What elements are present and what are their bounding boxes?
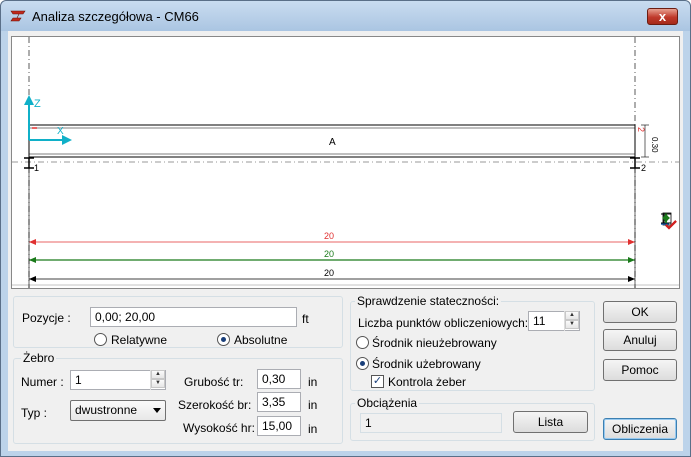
rib-thickness-unit: in — [308, 375, 318, 389]
close-button[interactable]: x — [647, 8, 678, 25]
stiffened-web-label[interactable]: Środnik użebrowany — [372, 357, 481, 371]
depth-dimension-label: 0.30 — [650, 137, 659, 153]
app-beam-icon — [10, 10, 26, 22]
relative-radio-label[interactable]: Relatywne — [111, 333, 167, 347]
rib-number-label: Numer : — [21, 375, 64, 389]
rib-group-label: Żebro — [21, 351, 57, 365]
loads-group-label: Obciążenia — [355, 396, 420, 410]
calc-points-spinner[interactable]: ▲ ▼ — [564, 311, 579, 331]
spin-down-icon[interactable]: ▼ — [565, 320, 579, 329]
node-right-top-label: 2 — [636, 127, 646, 132]
window-title: Analiza szczegółowa - CM66 — [32, 9, 199, 24]
positions-label: Pozycje : — [22, 311, 71, 325]
rib-height-label: Wysokość hr: — [183, 421, 255, 435]
dialog-window: Analiza szczegółowa - CM66 x Z X A 1 2 2… — [0, 0, 691, 457]
rib-type-value: dwustronne — [75, 403, 138, 417]
unstiffened-web-radio[interactable] — [356, 336, 369, 349]
help-button[interactable]: Pomoc — [603, 359, 677, 381]
rib-control-label[interactable]: Kontrola żeber — [388, 375, 466, 389]
rib-number-spinner[interactable]: ▲ ▼ — [150, 370, 165, 390]
axis-x-label: X — [57, 126, 64, 137]
rib-width-label: Szerokość br: — [178, 398, 252, 412]
rib-width-input[interactable] — [257, 392, 301, 412]
ok-button[interactable]: OK — [603, 301, 677, 323]
axis-z-label: Z — [34, 98, 41, 110]
absolute-radio-label[interactable]: Absolutne — [234, 333, 287, 347]
beam-drawing-svg: Z X A 1 2 2 0.30 20 20 20 — [12, 37, 679, 288]
spin-down-icon[interactable]: ▼ — [151, 379, 165, 388]
calculate-button[interactable]: Obliczenia — [603, 418, 677, 440]
rib-thickness-input[interactable] — [257, 369, 301, 389]
dimension-green-label: 20 — [324, 249, 334, 259]
load-up-check-icon[interactable] — [660, 212, 678, 230]
dimension-black-label: 20 — [324, 268, 334, 278]
positions-unit: ft — [302, 312, 309, 326]
rib-width-unit: in — [308, 398, 318, 412]
chevron-down-icon — [153, 408, 161, 413]
positions-input[interactable] — [90, 307, 297, 327]
absolute-radio[interactable] — [217, 333, 230, 346]
support-right-icon — [630, 157, 640, 169]
rib-type-label: Typ : — [21, 406, 48, 420]
rib-height-input[interactable] — [257, 416, 301, 436]
rib-control-checkbox[interactable]: ✓ — [371, 375, 384, 388]
dimension-red-label: 20 — [324, 231, 334, 241]
calc-points-label: Liczba punktów obliczeniowych: — [358, 316, 529, 330]
stiffened-web-radio[interactable] — [356, 357, 369, 370]
loads-input — [360, 413, 502, 433]
spin-up-icon[interactable]: ▲ — [151, 370, 165, 379]
rib-thickness-label: Grubość tr: — [184, 375, 244, 389]
cancel-button[interactable]: Anuluj — [603, 329, 677, 351]
rib-height-unit: in — [308, 422, 318, 436]
title-bar[interactable]: Analiza szczegółowa - CM66 x — [1, 1, 690, 31]
node-left-label: 1 — [34, 163, 39, 173]
spin-up-icon[interactable]: ▲ — [565, 311, 579, 320]
stability-group-label: Sprawdzenie stateczności: — [355, 294, 502, 308]
node-right-label: 2 — [641, 163, 646, 173]
support-left-icon — [24, 157, 34, 169]
rib-type-select[interactable]: dwustronne — [70, 400, 166, 421]
beam-drawing[interactable]: Z X A 1 2 2 0.30 20 20 20 — [11, 36, 680, 289]
loads-list-button[interactable]: Lista — [513, 411, 588, 433]
unstiffened-web-label[interactable]: Środnik nieużebrowany — [372, 336, 497, 350]
relative-radio[interactable] — [94, 333, 107, 346]
dialog-client: Z X A 1 2 2 0.30 20 20 20 Pozycje: 0,00… — [8, 31, 683, 451]
member-label: A — [329, 137, 336, 148]
